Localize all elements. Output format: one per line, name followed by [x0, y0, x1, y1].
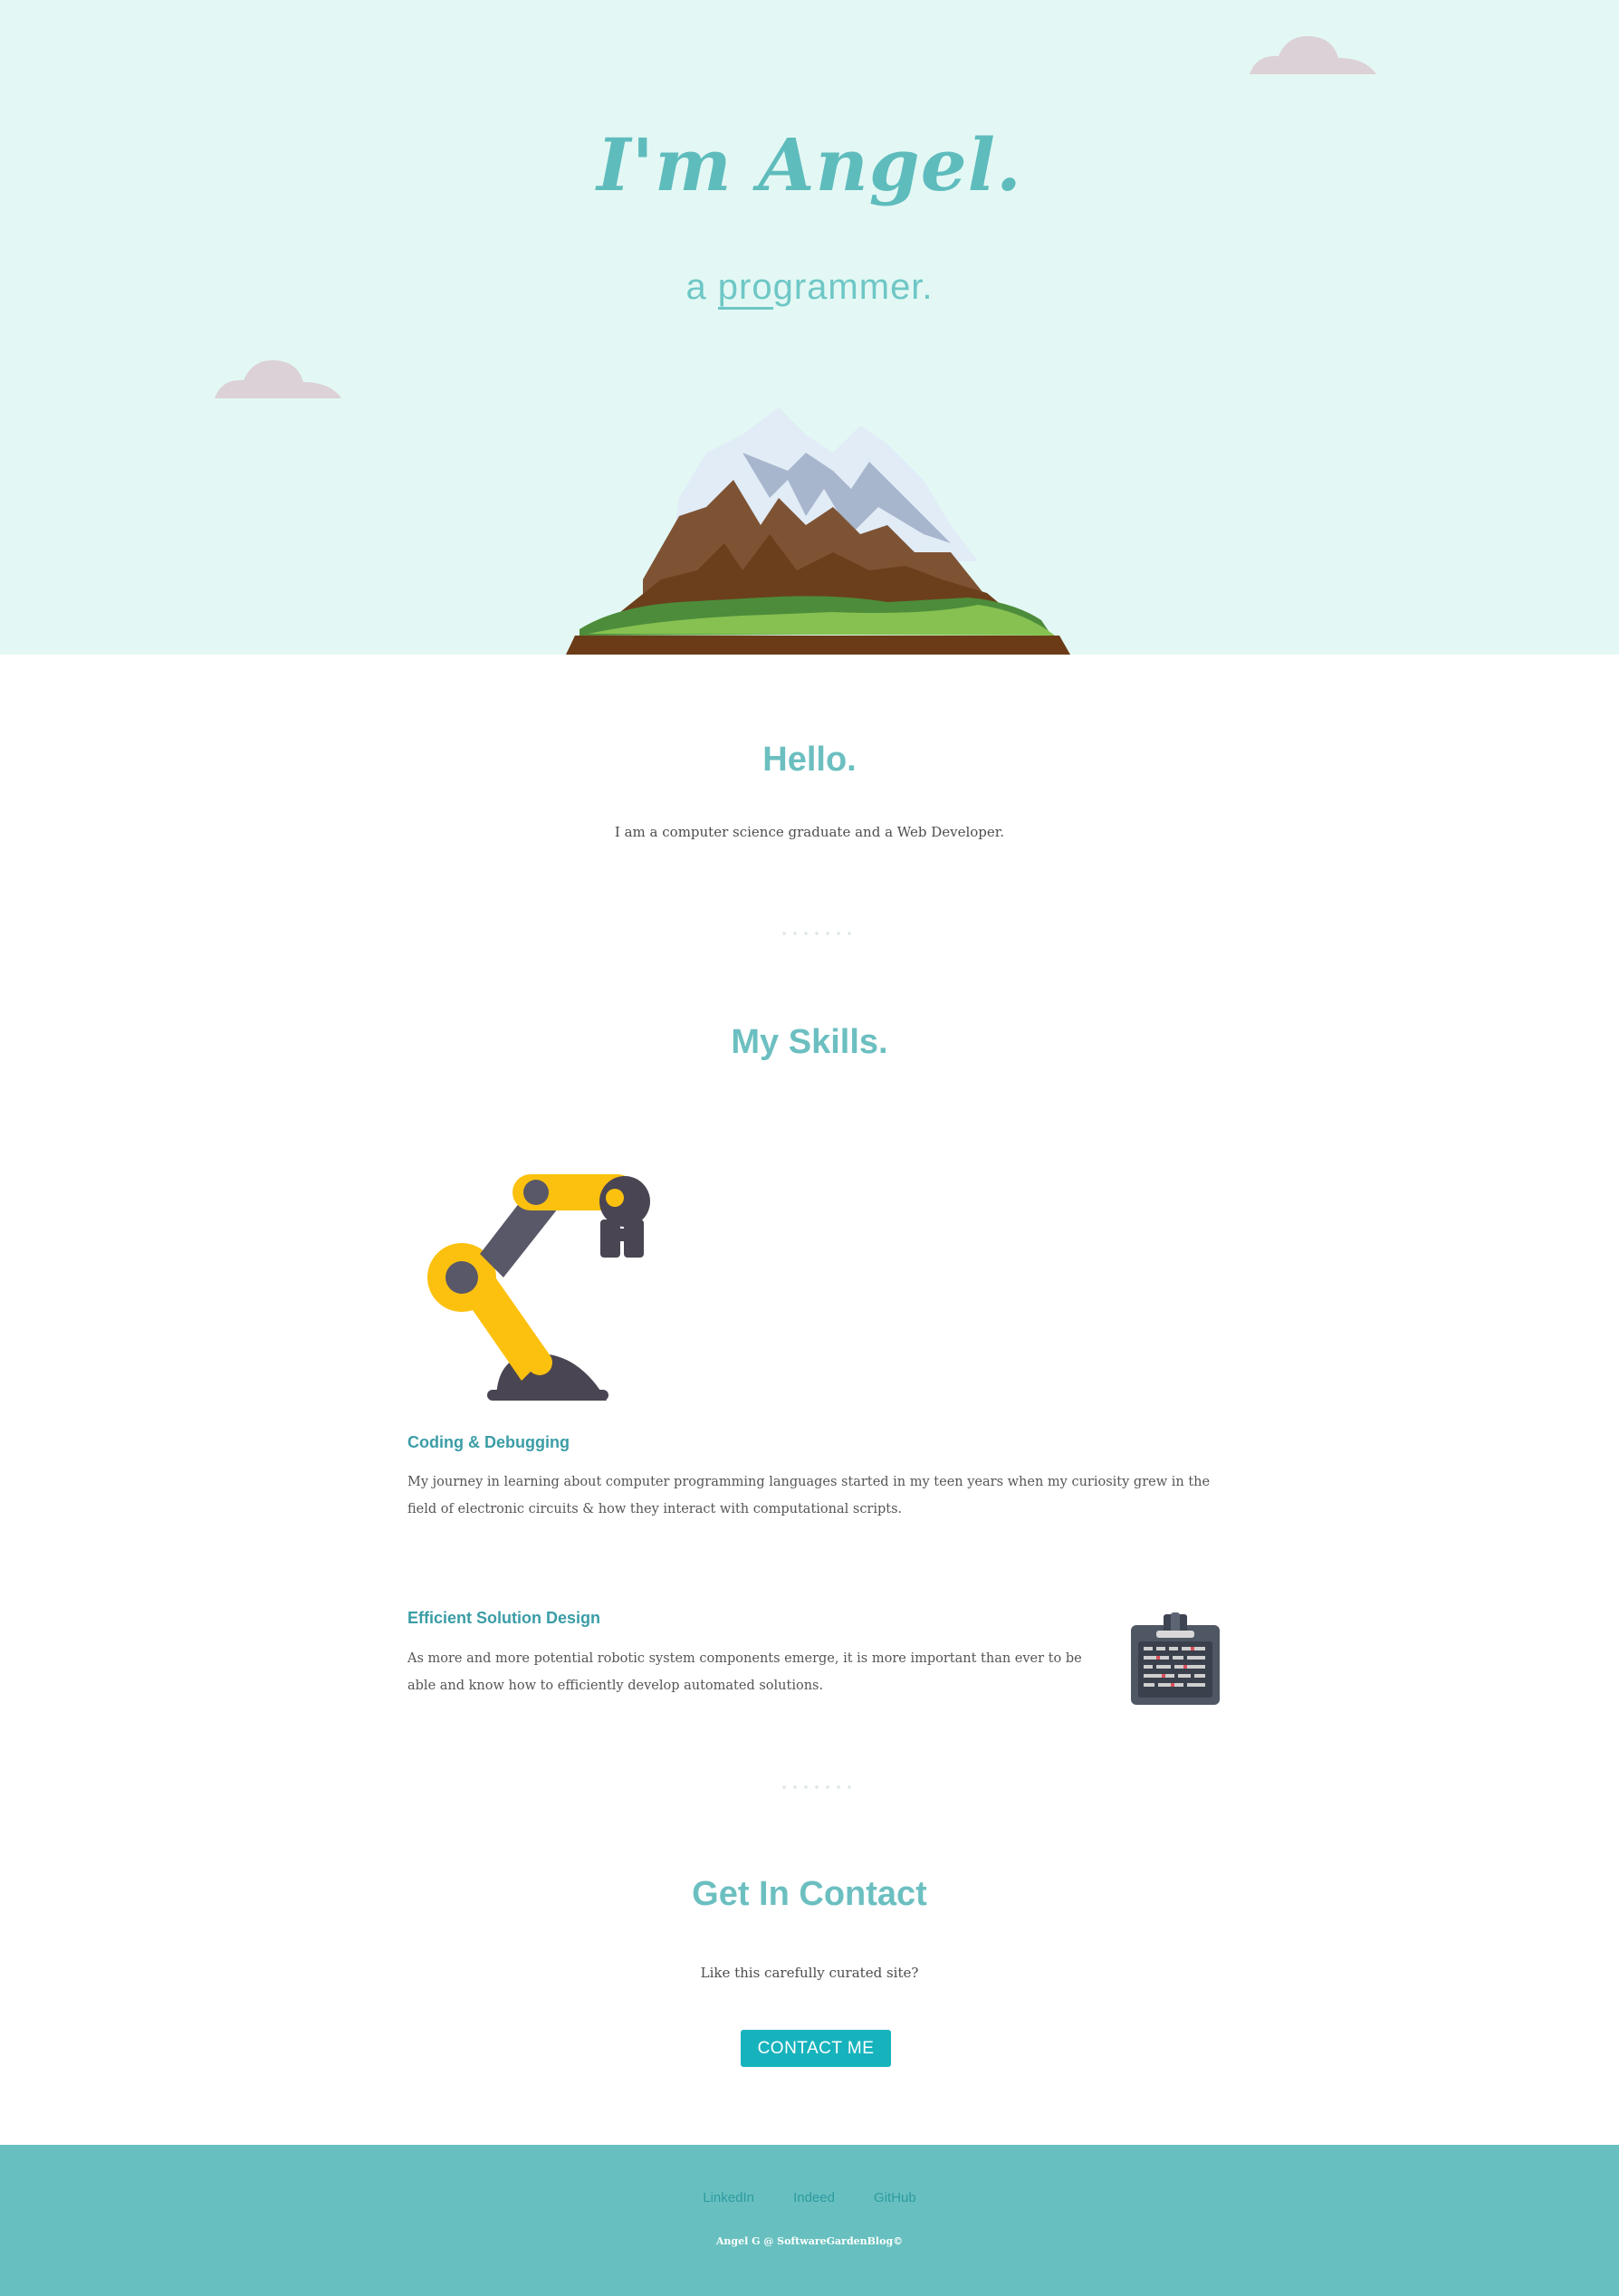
- skill-text-line: My journey in learning about computer pr…: [407, 1475, 1211, 1489]
- skill-text-coding: My journey in learning about computer pr…: [407, 1468, 1210, 1523]
- mountain-illustration: [566, 407, 1070, 655]
- footer-link-github[interactable]: GitHub: [874, 2190, 916, 2205]
- hero-section: I'm Angel. a programmer.: [0, 0, 1619, 655]
- about-title: Hello.: [762, 741, 857, 779]
- footer-link-indeed[interactable]: Indeed: [793, 2190, 835, 2205]
- subtitle-rest: grammer.: [772, 267, 934, 307]
- contact-me-button[interactable]: CONTACT ME: [741, 2030, 891, 2067]
- copyright-text: Angel G @ SoftwareGardenBlog©: [715, 2235, 904, 2247]
- robot-arm-icon: [427, 1174, 650, 1401]
- skill-text-line: As more and more potential robotic syste…: [407, 1651, 1082, 1666]
- hero-title: I'm Angel.: [597, 122, 1022, 207]
- contact-text: Like this carefully curated site?: [700, 1965, 919, 1981]
- about-text: I am a computer science graduate and a W…: [614, 824, 1005, 840]
- subtitle-typed-part: pro: [717, 267, 773, 310]
- skill-heading-coding: Coding & Debugging: [407, 1433, 570, 1451]
- section-divider: [779, 932, 855, 935]
- subtitle-prefix: a: [685, 267, 718, 307]
- cloud-icon: [1250, 35, 1376, 74]
- section-divider: [779, 1785, 855, 1789]
- contact-title: Get In Contact: [692, 1875, 927, 1913]
- skill-heading-solution: Efficient Solution Design: [407, 1609, 601, 1627]
- cloud-icon: [215, 359, 341, 398]
- footer: LinkedIn Indeed GitHub Angel G @ Softwar…: [0, 2145, 1619, 2296]
- hero-subtitle: a programmer.: [0, 267, 1619, 310]
- skill-text-line: able and know how to efficiently develop…: [407, 1679, 824, 1693]
- footer-links: LinkedIn Indeed GitHub: [0, 2188, 1619, 2205]
- skill-text-solution: As more and more potential robotic syste…: [407, 1645, 1082, 1699]
- footer-link-linkedin[interactable]: LinkedIn: [703, 2190, 754, 2205]
- skill-text-line: field of electronic circuits & how they …: [407, 1502, 903, 1516]
- skills-title: My Skills.: [731, 1023, 888, 1061]
- id-badge-icon: [1131, 1612, 1220, 1705]
